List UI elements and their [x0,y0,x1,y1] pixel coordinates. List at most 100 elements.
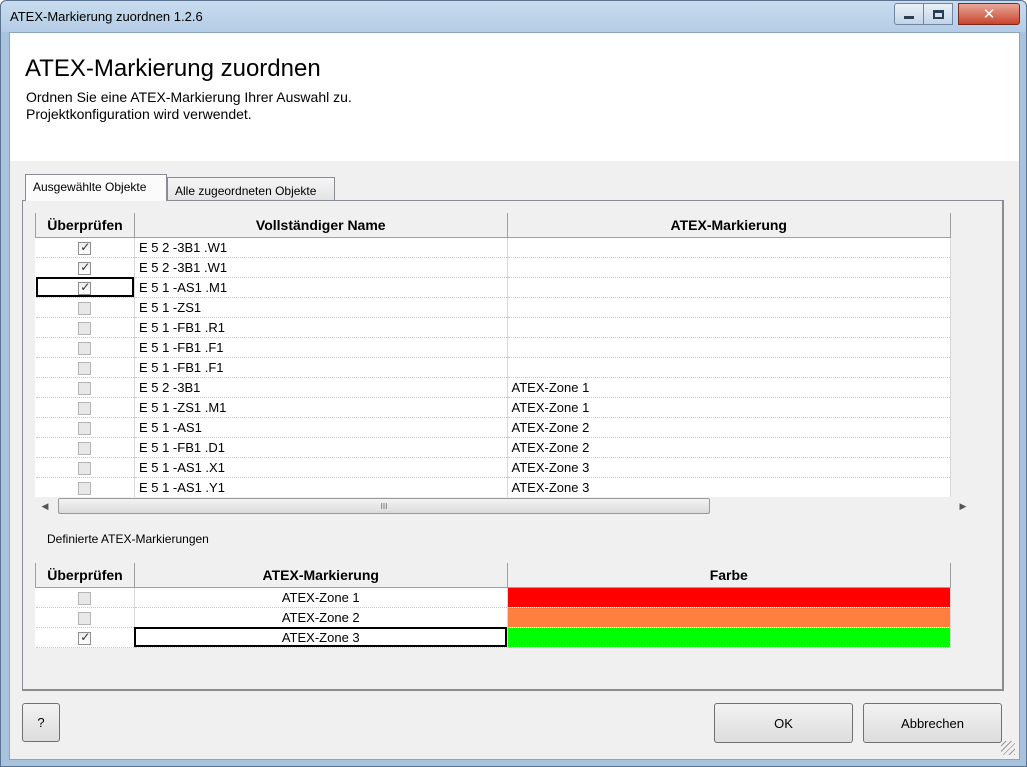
atex-marking-cell[interactable] [507,277,952,298]
row-checkbox[interactable] [78,381,92,395]
marking-color-cell[interactable] [507,607,952,628]
full-name-cell[interactable]: E 5 1 -ZS1 .M1 [134,397,508,418]
full-name-cell[interactable]: E 5 1 -ZS1 [134,297,508,318]
atex-marking-cell[interactable]: ATEX-Zone 2 [507,417,952,438]
row-check-cell[interactable] [35,317,135,338]
row-check-cell[interactable] [35,627,135,648]
row-checkbox[interactable] [78,401,92,415]
row-check-cell[interactable] [35,437,135,458]
column-header-check[interactable]: Überprüfen [35,213,135,238]
atex-marking-cell[interactable] [507,257,952,278]
row-checkbox[interactable] [78,611,92,625]
row-checkbox[interactable] [78,280,92,295]
atex-marking-cell[interactable] [507,357,952,378]
row-checkbox[interactable] [78,260,92,275]
scroll-left-icon[interactable]: ◀ [36,497,54,515]
row-checkbox[interactable] [78,301,92,315]
table-row[interactable]: E 5 1 -AS1 .X1 ATEX-Zone 3 [35,457,952,478]
scrollbar-thumb[interactable]: III [58,498,710,514]
table-row[interactable]: E 5 1 -FB1 .D1 ATEX-Zone 2 [35,437,952,458]
row-check-cell[interactable] [35,587,135,608]
row-checkbox[interactable] [78,481,92,495]
row-check-cell[interactable] [35,477,135,498]
full-name-cell[interactable]: E 5 2 -3B1 .W1 [134,257,508,278]
resize-grip-icon[interactable] [1001,741,1015,755]
cancel-button[interactable]: Abbrechen [863,703,1002,743]
column-header-atex-marking[interactable]: ATEX-Markierung [133,563,508,588]
marking-name-cell[interactable]: ATEX-Zone 1 [134,587,508,608]
atex-marking-cell[interactable]: ATEX-Zone 1 [507,397,952,418]
row-checkbox[interactable] [78,630,92,645]
horizontal-scrollbar[interactable]: ◀ III ▶ [36,497,972,515]
table-row[interactable]: E 5 1 -FB1 .R1 [35,317,952,338]
row-check-cell[interactable] [35,417,135,438]
atex-marking-cell[interactable] [507,337,952,358]
maximize-button[interactable] [923,3,953,25]
scroll-right-icon[interactable]: ▶ [954,497,972,515]
atex-marking-cell[interactable]: ATEX-Zone 2 [507,437,952,458]
column-header-full-name[interactable]: Vollständiger Name [133,213,508,238]
marking-name-cell[interactable]: ATEX-Zone 2 [134,607,508,628]
tab-selected-objects[interactable]: Ausgewählte Objekte [25,174,167,201]
atex-marking-cell[interactable]: ATEX-Zone 3 [507,477,952,498]
table-row[interactable]: E 5 1 -ZS1 [35,297,952,318]
row-check-cell[interactable] [35,277,135,298]
full-name-cell[interactable]: E 5 1 -FB1 .F1 [134,357,508,378]
row-checkbox[interactable] [78,341,92,355]
atex-marking-cell[interactable] [507,317,952,338]
full-name-cell[interactable]: E 5 1 -FB1 .D1 [134,437,508,458]
full-name-cell[interactable]: E 5 1 -AS1 .M1 [134,277,508,298]
row-check-cell[interactable] [35,397,135,418]
row-checkbox[interactable] [78,321,92,335]
full-name-cell[interactable]: E 5 1 -AS1 .X1 [134,457,508,478]
row-check-cell[interactable] [35,297,135,318]
row-check-cell[interactable] [35,337,135,358]
full-name-cell[interactable]: E 5 1 -AS1 [134,417,508,438]
table-row[interactable]: E 5 1 -AS1 .Y1 ATEX-Zone 3 [35,477,952,498]
full-name-cell[interactable]: E 5 2 -3B1 [134,377,508,398]
table-row[interactable]: ATEX-Zone 2 [35,607,952,628]
full-name-cell[interactable]: E 5 1 -FB1 .R1 [134,317,508,338]
table-row[interactable]: ATEX-Zone 1 [35,587,952,608]
close-button[interactable]: ✕ [958,3,1020,25]
row-check-cell[interactable] [35,237,135,258]
column-header-check[interactable]: Überprüfen [35,563,135,588]
row-check-cell[interactable] [35,257,135,278]
title-bar[interactable]: ATEX-Markierung zuordnen 1.2.6 ✕ [1,1,1026,32]
help-button[interactable]: ? [22,703,60,742]
row-check-cell[interactable] [35,607,135,628]
full-name-cell[interactable]: E 5 1 -AS1 .Y1 [134,477,508,498]
row-check-cell[interactable] [35,377,135,398]
table-row[interactable]: E 5 1 -ZS1 .M1 ATEX-Zone 1 [35,397,952,418]
table-row[interactable]: ATEX-Zone 3 [35,627,952,648]
atex-marking-cell[interactable]: ATEX-Zone 1 [507,377,952,398]
column-header-atex-marking[interactable]: ATEX-Markierung [506,213,952,238]
table-row[interactable]: E 5 2 -3B1 .W1 [35,237,952,258]
ok-button[interactable]: OK [714,703,853,743]
minimize-button[interactable] [894,3,924,25]
marking-name-cell[interactable]: ATEX-Zone 3 [134,627,508,648]
full-name-cell[interactable]: E 5 1 -FB1 .F1 [134,337,508,358]
row-checkbox[interactable] [78,591,92,605]
row-checkbox[interactable] [78,441,92,455]
table-row[interactable]: E 5 1 -AS1 .M1 [35,277,952,298]
atex-marking-cell[interactable]: ATEX-Zone 3 [507,457,952,478]
row-check-cell[interactable] [35,357,135,378]
row-checkbox[interactable] [78,421,92,435]
table-row[interactable]: E 5 2 -3B1 ATEX-Zone 1 [35,377,952,398]
tab-all-assigned-objects[interactable]: Alle zugeordneten Objekte [167,177,335,201]
full-name-cell[interactable]: E 5 2 -3B1 .W1 [134,237,508,258]
marking-color-cell[interactable] [507,587,952,608]
atex-marking-cell[interactable] [507,297,952,318]
column-header-color[interactable]: Farbe [506,563,952,588]
table-row[interactable]: E 5 1 -FB1 .F1 [35,337,952,358]
marking-color-cell[interactable] [507,627,952,648]
table-row[interactable]: E 5 1 -AS1 ATEX-Zone 2 [35,417,952,438]
row-checkbox[interactable] [78,361,92,375]
table-row[interactable]: E 5 1 -FB1 .F1 [35,357,952,378]
row-check-cell[interactable] [35,457,135,478]
table-row[interactable]: E 5 2 -3B1 .W1 [35,257,952,278]
row-checkbox[interactable] [78,240,92,255]
row-checkbox[interactable] [78,461,92,475]
atex-marking-cell[interactable] [507,237,952,258]
